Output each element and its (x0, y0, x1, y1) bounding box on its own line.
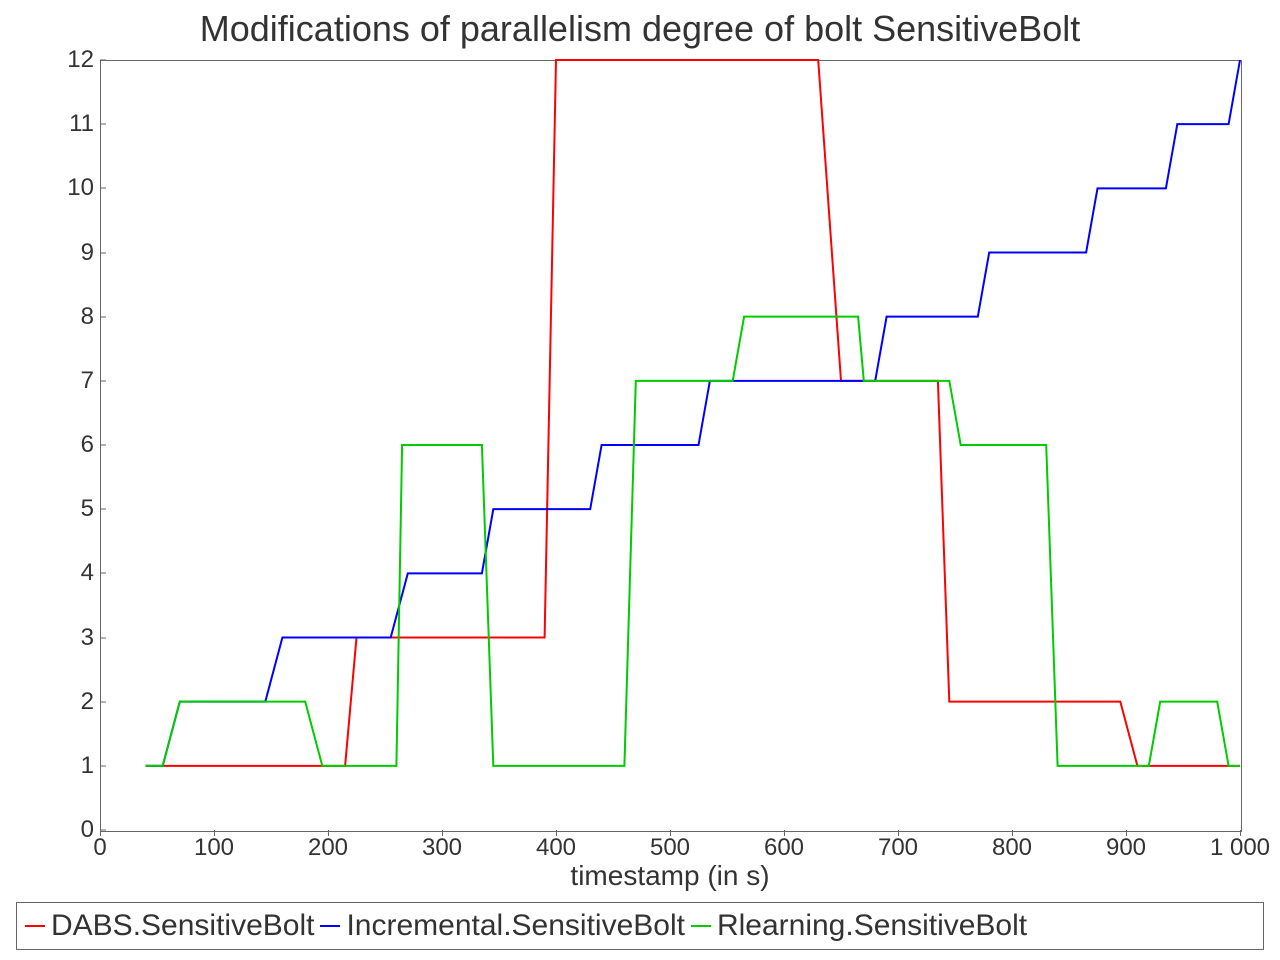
y-tick-mark (100, 316, 106, 317)
y-tick-label: 10 (54, 174, 94, 202)
y-tick-label: 6 (54, 431, 94, 459)
y-tick-mark (100, 188, 106, 189)
x-tick-label: 700 (878, 834, 918, 862)
x-tick-label: 500 (650, 834, 690, 862)
y-tick-mark (100, 445, 106, 446)
y-tick-label: 7 (54, 367, 94, 395)
x-tick-mark (100, 830, 101, 836)
series-line-1 (146, 60, 1240, 766)
y-tick-label: 0 (54, 816, 94, 844)
legend-label-1: Incremental.SensitiveBolt (346, 909, 685, 943)
x-tick-label: 200 (308, 834, 348, 862)
y-tick-label: 5 (54, 495, 94, 523)
x-tick-mark (1240, 830, 1241, 836)
x-tick-mark (1012, 830, 1013, 836)
y-tick-mark (100, 765, 106, 766)
x-tick-label: 600 (764, 834, 804, 862)
y-tick-label: 8 (54, 303, 94, 331)
x-tick-mark (214, 830, 215, 836)
y-tick-mark (100, 380, 106, 381)
x-tick-mark (328, 830, 329, 836)
y-tick-label: 12 (54, 46, 94, 74)
y-tick-label: 4 (54, 559, 94, 587)
chart-lines (100, 60, 1240, 830)
x-tick-label: 1 000 (1210, 834, 1270, 862)
x-tick-mark (784, 830, 785, 836)
x-tick-label: 300 (422, 834, 462, 862)
legend-swatch-2 (691, 925, 711, 927)
x-tick-label: 900 (1106, 834, 1146, 862)
legend-swatch-1 (320, 925, 340, 927)
x-tick-mark (556, 830, 557, 836)
series-line-0 (146, 60, 1240, 766)
y-tick-mark (100, 124, 106, 125)
y-tick-mark (100, 573, 106, 574)
y-tick-label: 9 (54, 239, 94, 267)
y-tick-label: 3 (54, 624, 94, 652)
y-tick-mark (100, 637, 106, 638)
page-title: Modifications of parallelism degree of b… (0, 8, 1280, 50)
legend: DABS.SensitiveBolt Incremental.SensitiveB… (16, 902, 1264, 950)
legend-swatch-0 (25, 925, 45, 927)
x-tick-mark (670, 830, 671, 836)
x-tick-label: 400 (536, 834, 576, 862)
x-tick-mark (442, 830, 443, 836)
legend-label-2: Rlearning.SensitiveBolt (717, 909, 1027, 943)
series-line-2 (146, 317, 1240, 766)
y-tick-mark (100, 60, 106, 61)
y-tick-label: 11 (54, 110, 94, 138)
y-tick-mark (100, 701, 106, 702)
x-tick-mark (1126, 830, 1127, 836)
y-tick-label: 1 (54, 752, 94, 780)
x-tick-label: 0 (93, 834, 106, 862)
y-tick-mark (100, 509, 106, 510)
y-tick-label: 2 (54, 688, 94, 716)
legend-label-0: DABS.SensitiveBolt (51, 909, 314, 943)
x-tick-label: 800 (992, 834, 1032, 862)
x-tick-label: 100 (194, 834, 234, 862)
x-axis-label: timestamp (in s) (100, 860, 1240, 892)
x-tick-mark (898, 830, 899, 836)
y-tick-mark (100, 252, 106, 253)
